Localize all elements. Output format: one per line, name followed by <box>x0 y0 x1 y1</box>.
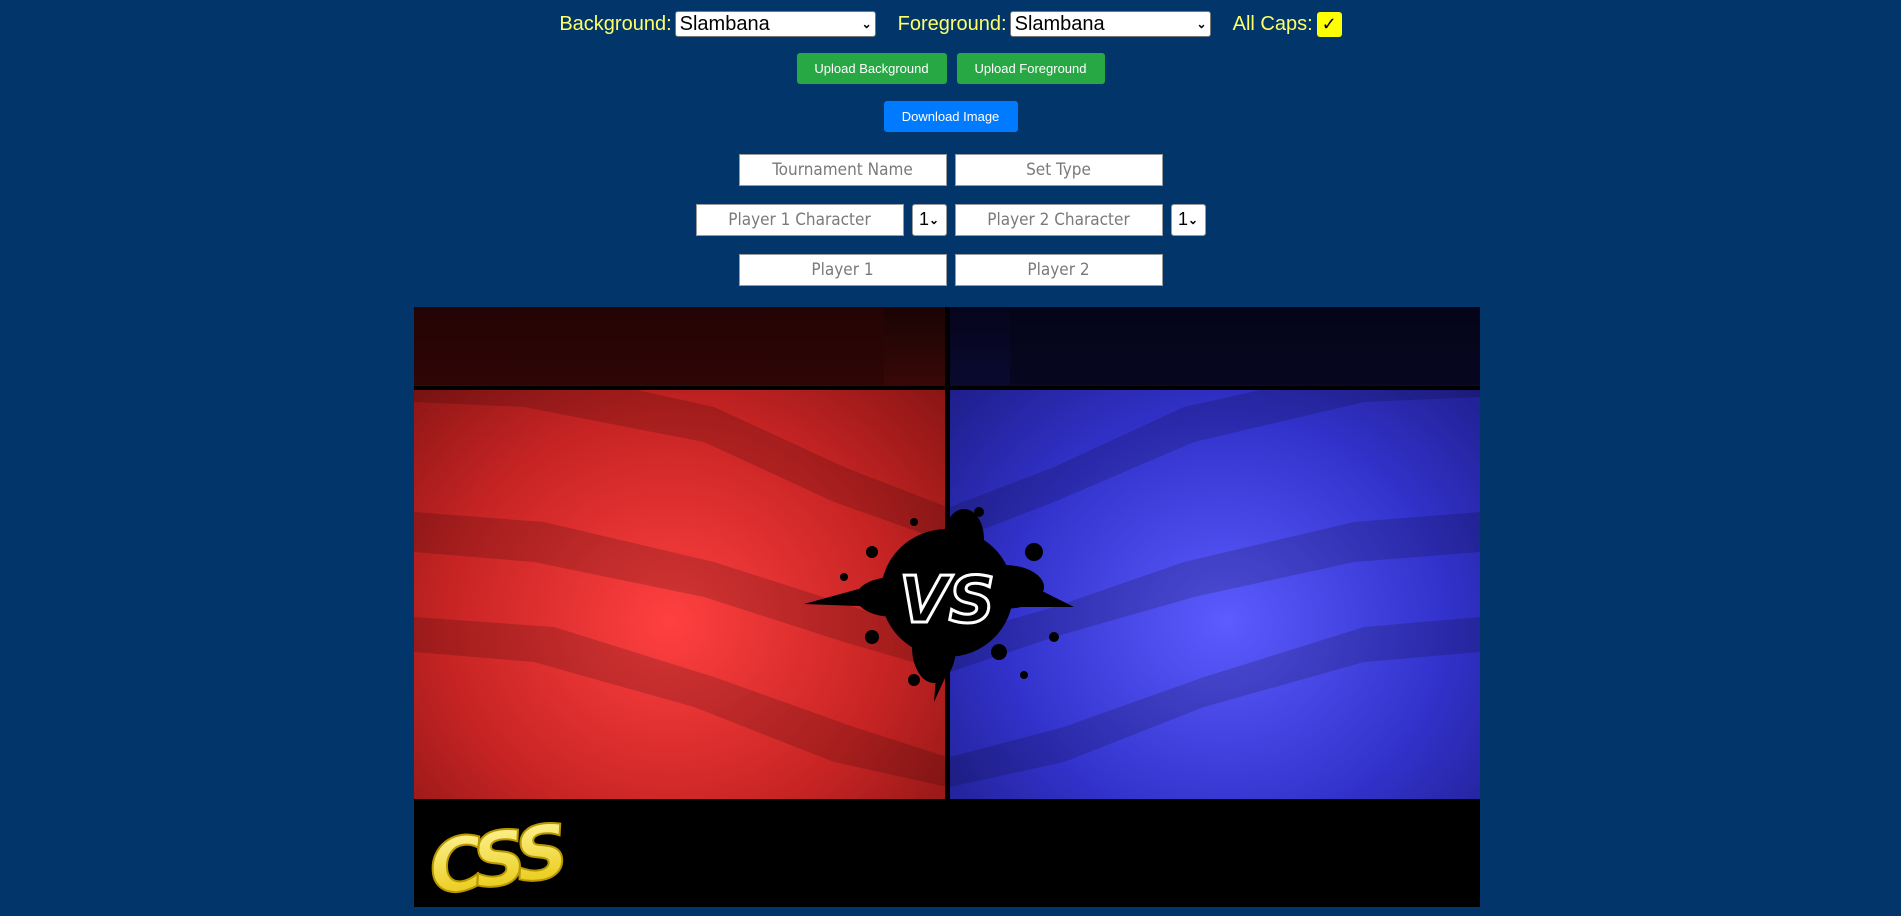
footer-bar <box>414 799 1480 907</box>
foreground-label: Foreground: <box>897 12 1007 35</box>
player1-skin-select[interactable]: 1 ⌄ <box>911 203 947 236</box>
player2-skin-select[interactable]: 1 ⌄ <box>1170 203 1206 236</box>
player2-skin-value: 1 <box>1177 209 1188 229</box>
set-type-input[interactable]: Set Type <box>954 153 1163 186</box>
player1-character-input[interactable]: Player 1 Character <box>695 203 904 236</box>
foreground-select-value: Slambana <box>1014 12 1105 35</box>
allcaps-checkbox[interactable]: ✓ <box>1316 11 1342 37</box>
player2-name-input[interactable]: Player 2 <box>954 253 1163 286</box>
player2-character-input[interactable]: Player 2 Character <box>954 203 1163 236</box>
upload-controls: Upload Background Upload Foreground <box>0 52 1901 84</box>
upload-background-button[interactable]: Upload Background <box>796 52 947 84</box>
player1-skin-value: 1 <box>918 209 929 229</box>
player1-name-area <box>414 307 884 385</box>
tournament-fields: Tournament Name Set Type <box>0 153 1901 186</box>
background-select[interactable]: Slambana ⌄ <box>674 11 876 37</box>
player2-name-area <box>1010 307 1480 385</box>
theme-controls: Background: Slambana ⌄ Foreground: Slamb… <box>0 10 1901 38</box>
chevron-down-icon: ⌄ <box>1196 17 1207 31</box>
header-underline <box>414 386 1480 390</box>
vs-preview-image: VS CSS <box>414 307 1480 907</box>
chevron-down-icon: ⌄ <box>1187 212 1199 227</box>
background-label: Background: <box>559 12 672 35</box>
checkmark-icon: ✓ <box>1321 13 1337 34</box>
tournament-name-input[interactable]: Tournament Name <box>738 153 947 186</box>
player1-name-input[interactable]: Player 1 <box>738 253 947 286</box>
character-fields: Player 1 Character 1 ⌄ Player 2 Character… <box>0 203 1901 236</box>
chevron-down-icon: ⌄ <box>928 212 940 227</box>
allcaps-label: All Caps: <box>1232 12 1313 35</box>
foreground-select[interactable]: Slambana ⌄ <box>1009 11 1211 37</box>
chevron-down-icon: ⌄ <box>861 17 872 31</box>
vs-text: VS <box>899 564 995 638</box>
download-image-button[interactable]: Download Image <box>883 100 1018 132</box>
download-controls: Download Image <box>0 100 1901 132</box>
background-select-value: Slambana <box>679 12 770 35</box>
upload-foreground-button[interactable]: Upload Foreground <box>956 52 1105 84</box>
player-fields: Player 1 Player 2 <box>0 253 1901 286</box>
